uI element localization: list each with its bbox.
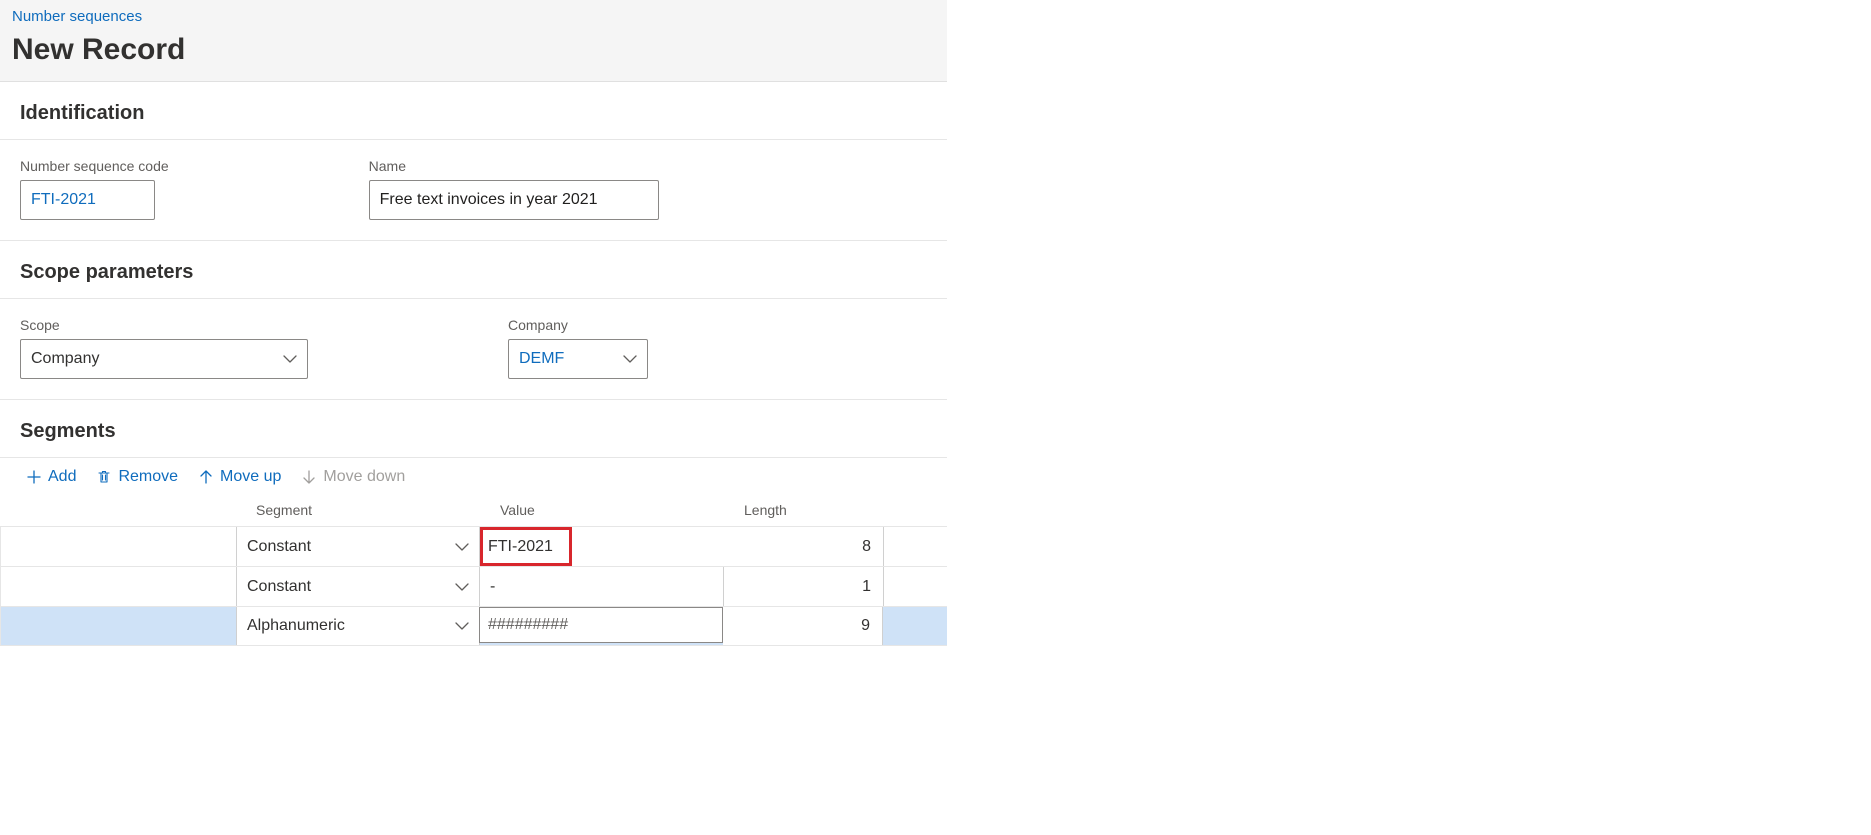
segment-value: Constant — [247, 538, 311, 556]
move-down-button-label: Move down — [323, 468, 405, 486]
page-title: New Record — [12, 33, 935, 67]
chevron-down-icon — [455, 619, 469, 633]
section-header-identification[interactable]: Identification — [0, 90, 947, 140]
section-identification: Identification Number sequence code Name — [0, 90, 947, 241]
length-cell[interactable]: 1 — [724, 567, 884, 606]
value-input[interactable] — [479, 607, 723, 643]
trash-icon — [96, 469, 112, 485]
section-segments: Segments Add Remove Move — [0, 408, 947, 646]
label-company: Company — [508, 317, 648, 333]
segment-value: Alphanumeric — [247, 617, 345, 635]
table-row[interactable]: Constant - 1 — [0, 566, 947, 606]
company-dropdown[interactable]: DEMF — [508, 339, 648, 379]
table-row[interactable]: Constant FTI-2021 8 — [0, 526, 947, 566]
value-cell[interactable]: - — [480, 567, 724, 606]
remove-button-label: Remove — [118, 468, 178, 486]
section-scope-parameters: Scope parameters Scope Company Company D… — [0, 249, 947, 400]
table-row[interactable]: Alphanumeric 9 — [0, 606, 947, 646]
remove-button[interactable]: Remove — [96, 468, 178, 486]
chevron-down-icon — [455, 580, 469, 594]
segments-toolbar: Add Remove Move up Move — [0, 458, 947, 496]
row-selector[interactable] — [0, 527, 236, 566]
length-cell[interactable]: 8 — [724, 527, 884, 566]
chevron-down-icon — [283, 352, 297, 366]
segment-cell-dropdown[interactable]: Alphanumeric — [236, 607, 480, 645]
company-dropdown-value: DEMF — [519, 350, 564, 368]
add-button-label: Add — [48, 468, 76, 486]
move-up-button-label: Move up — [220, 468, 281, 486]
breadcrumb[interactable]: Number sequences — [12, 8, 935, 25]
plus-icon — [26, 469, 42, 485]
segment-cell-dropdown[interactable]: Constant — [236, 567, 480, 606]
row-selector[interactable] — [0, 567, 236, 606]
segment-cell-dropdown[interactable]: Constant — [236, 527, 480, 566]
add-button[interactable]: Add — [26, 468, 76, 486]
grid-header: Segment Value Length — [0, 496, 947, 526]
label-number-sequence-code: Number sequence code — [20, 158, 169, 174]
arrow-up-icon — [198, 469, 214, 485]
col-segment[interactable]: Segment — [256, 502, 500, 518]
chevron-down-icon — [623, 352, 637, 366]
length-cell[interactable]: 9 — [723, 607, 883, 645]
scope-dropdown-value: Company — [31, 350, 99, 368]
name-input[interactable] — [369, 180, 659, 220]
value-cell[interactable]: FTI-2021 — [480, 527, 572, 566]
scope-dropdown[interactable]: Company — [20, 339, 308, 379]
section-header-scope[interactable]: Scope parameters — [0, 249, 947, 299]
chevron-down-icon — [455, 540, 469, 554]
move-up-button[interactable]: Move up — [198, 468, 281, 486]
label-name: Name — [369, 158, 659, 174]
col-length[interactable]: Length — [744, 502, 904, 518]
section-header-segments[interactable]: Segments — [0, 408, 947, 458]
col-value[interactable]: Value — [500, 502, 744, 518]
segment-value: Constant — [247, 578, 311, 596]
arrow-down-icon — [301, 469, 317, 485]
number-sequence-code-input[interactable] — [20, 180, 155, 220]
label-scope: Scope — [20, 317, 308, 333]
row-selector[interactable] — [0, 607, 236, 645]
move-down-button[interactable]: Move down — [301, 468, 405, 486]
